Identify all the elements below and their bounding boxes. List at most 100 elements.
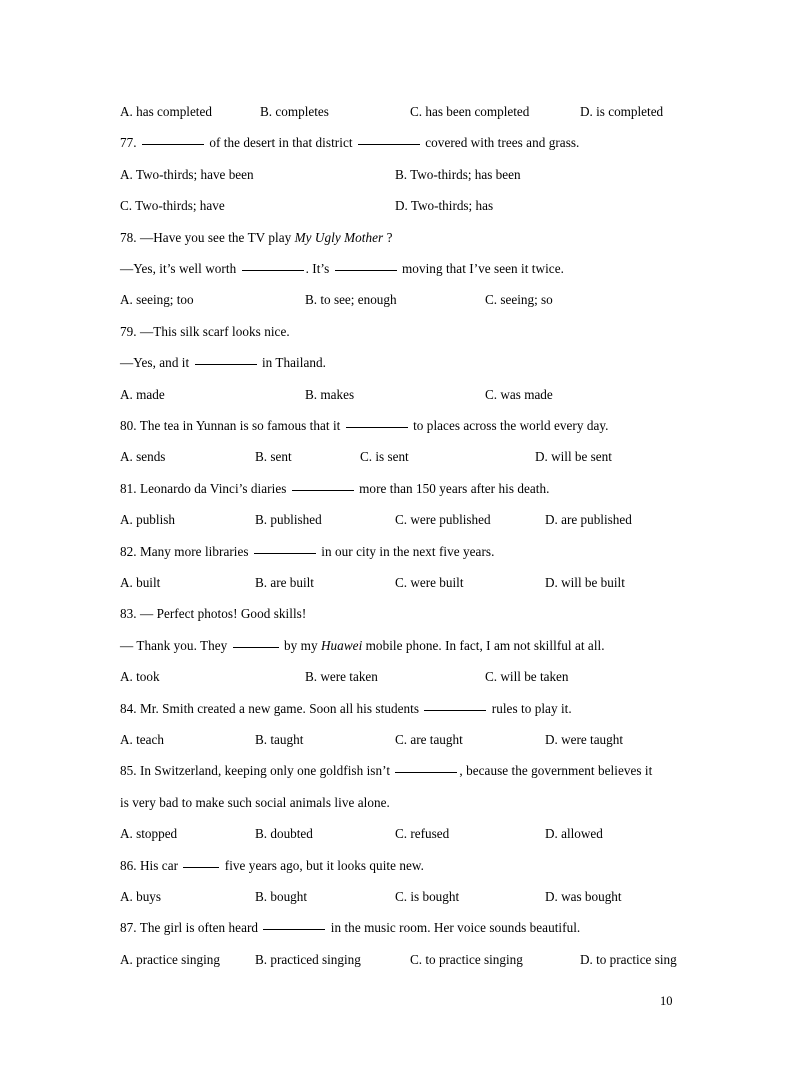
answer-blank[interactable] bbox=[263, 929, 326, 931]
option-a[interactable]: A. took bbox=[120, 661, 160, 692]
question-stem-q87: 87. The girl is often heard in the music… bbox=[120, 912, 700, 943]
answer-blank[interactable] bbox=[241, 269, 304, 271]
option-a[interactable]: A. stopped bbox=[120, 818, 177, 849]
option-b[interactable]: B. sent bbox=[255, 441, 292, 472]
page-number: 10 bbox=[660, 994, 673, 1008]
option-a[interactable]: A. practice singing bbox=[120, 944, 220, 975]
option-b[interactable]: B. doubted bbox=[255, 818, 313, 849]
answer-blank[interactable] bbox=[424, 709, 487, 711]
option-c[interactable]: C. were published bbox=[395, 504, 491, 535]
option-a[interactable]: A. publish bbox=[120, 504, 175, 535]
answer-blank[interactable] bbox=[334, 269, 397, 271]
option-d[interactable]: D. will be built bbox=[545, 567, 625, 598]
option-c[interactable]: C. were built bbox=[395, 567, 464, 598]
question-stem-q83-line1: 83. — Perfect photos! Good skills! bbox=[120, 606, 307, 622]
answer-blank[interactable] bbox=[194, 364, 257, 366]
question-options-q85: A. stopped B. doubted C. refused D. allo… bbox=[120, 818, 700, 849]
stem-part: ? bbox=[383, 229, 393, 245]
option-a[interactable]: A. made bbox=[120, 379, 165, 410]
question-stem-q86: 86. His car five years ago, but it looks… bbox=[120, 850, 700, 881]
question-stem-q79-line2: —Yes, and it in Thailand. bbox=[120, 347, 700, 378]
option-c[interactable]: C. refused bbox=[395, 818, 449, 849]
option-c[interactable]: C. is bought bbox=[395, 881, 459, 912]
question-options-q87: A. practice singing B. practiced singing… bbox=[120, 944, 700, 975]
answer-blank[interactable] bbox=[141, 144, 204, 146]
option-b[interactable]: B. to see; enough bbox=[305, 284, 397, 315]
option-b[interactable]: B. practiced singing bbox=[255, 944, 361, 975]
stem-part: moving that I’ve seen it twice. bbox=[398, 260, 564, 276]
stem-part: 86. His car bbox=[120, 857, 182, 873]
option-b[interactable]: B. bought bbox=[255, 881, 307, 912]
option-d[interactable]: D. to practice sing bbox=[580, 944, 677, 975]
question-options-q76: A. has completed B. completes C. has bee… bbox=[120, 96, 700, 127]
question-stem-q78-line1: 78. —Have you see the TV play My Ugly Mo… bbox=[120, 222, 700, 253]
stem-part: five years ago, but it looks quite new. bbox=[221, 857, 424, 873]
option-b[interactable]: B. taught bbox=[255, 724, 303, 755]
option-d[interactable]: D. allowed bbox=[545, 818, 603, 849]
question-options-q78: A. seeing; too B. to see; enough C. seei… bbox=[120, 284, 700, 315]
option-b[interactable]: B. Two-thirds; has been bbox=[395, 159, 521, 190]
answer-blank[interactable] bbox=[253, 552, 316, 554]
option-c[interactable]: C. seeing; so bbox=[485, 284, 553, 315]
option-a[interactable]: A. teach bbox=[120, 724, 164, 755]
answer-blank[interactable] bbox=[183, 866, 220, 868]
stem-part: covered with trees and grass. bbox=[421, 135, 580, 151]
option-a[interactable]: A. built bbox=[120, 567, 160, 598]
option-b[interactable]: B. were taken bbox=[305, 661, 378, 692]
option-b[interactable]: B. makes bbox=[305, 379, 354, 410]
question-stem-q85-line1: 85. In Switzerland, keeping only one gol… bbox=[120, 755, 700, 786]
option-d[interactable]: D. Two-thirds; has bbox=[395, 190, 493, 221]
option-d[interactable]: D. are published bbox=[545, 504, 632, 535]
question-list: A. has completed B. completes C. has bee… bbox=[120, 96, 700, 975]
question-options-q77-row1: A. Two-thirds; have been B. Two-thirds; … bbox=[120, 159, 700, 190]
option-b[interactable]: B. published bbox=[255, 504, 322, 535]
question-stem-q85-line2: is very bad to make such social animals … bbox=[120, 794, 390, 810]
question-options-q84: A. teach B. taught C. are taught D. were… bbox=[120, 724, 700, 755]
option-c[interactable]: C. is sent bbox=[360, 441, 409, 472]
stem-part: 80. The tea in Yunnan is so famous that … bbox=[120, 417, 344, 433]
question-stem-q80: 80. The tea in Yunnan is so famous that … bbox=[120, 410, 700, 441]
answer-blank[interactable] bbox=[345, 426, 408, 428]
option-d[interactable]: D. is completed bbox=[580, 96, 663, 127]
question-stem-q82: 82. Many more libraries in our city in t… bbox=[120, 536, 700, 567]
option-b[interactable]: B. completes bbox=[260, 96, 329, 127]
option-a[interactable]: A. has completed bbox=[120, 96, 212, 127]
option-d[interactable]: D. were taught bbox=[545, 724, 623, 755]
option-d[interactable]: D. was bought bbox=[545, 881, 622, 912]
option-c[interactable]: C. to practice singing bbox=[410, 944, 523, 975]
option-a[interactable]: A. sends bbox=[120, 441, 165, 472]
stem-part: — Thank you. They bbox=[120, 637, 231, 653]
option-a[interactable]: A. seeing; too bbox=[120, 284, 194, 315]
question-options-q81: A. publish B. published C. were publishe… bbox=[120, 504, 700, 535]
option-a[interactable]: A. buys bbox=[120, 881, 161, 912]
option-c[interactable]: C. are taught bbox=[395, 724, 463, 755]
question-stem-q84: 84. Mr. Smith created a new game. Soon a… bbox=[120, 693, 700, 724]
stem-part: rules to play it. bbox=[488, 700, 572, 716]
option-c[interactable]: C. was made bbox=[485, 379, 553, 410]
stem-part: —Yes, it’s well worth bbox=[120, 260, 240, 276]
question-stem-q81: 81. Leonardo da Vinci’s diaries more tha… bbox=[120, 473, 700, 504]
answer-blank[interactable] bbox=[232, 646, 279, 648]
document-page: A. has completed B. completes C. has bee… bbox=[0, 0, 794, 1077]
question-options-q77-row2: C. Two-thirds; have D. Two-thirds; has bbox=[120, 190, 700, 221]
option-a[interactable]: A. Two-thirds; have been bbox=[120, 159, 254, 190]
question-stem-q83-line2: — Thank you. They by my Huawei mobile ph… bbox=[120, 630, 700, 661]
option-c[interactable]: C. Two-thirds; have bbox=[120, 190, 225, 221]
stem-part: by my bbox=[280, 637, 321, 653]
stem-part: 82. Many more libraries bbox=[120, 543, 252, 559]
stem-part: in Thailand. bbox=[258, 355, 327, 371]
option-c[interactable]: C. has been completed bbox=[410, 96, 529, 127]
stem-part: 78. —Have you see the TV play bbox=[120, 229, 295, 245]
title-italic: My Ugly Mother bbox=[294, 229, 384, 245]
stem-part: —Yes, and it bbox=[120, 355, 193, 371]
option-c[interactable]: C. will be taken bbox=[485, 661, 569, 692]
answer-blank[interactable] bbox=[357, 144, 420, 146]
answer-blank[interactable] bbox=[291, 489, 354, 491]
question-options-q79: A. made B. makes C. was made bbox=[120, 379, 700, 410]
option-d[interactable]: D. will be sent bbox=[535, 441, 612, 472]
stem-part: mobile phone. In fact, I am not skillful… bbox=[362, 637, 605, 653]
stem-part: more than 150 years after his death. bbox=[355, 480, 550, 496]
answer-blank[interactable] bbox=[395, 772, 458, 774]
stem-part: 87. The girl is often heard bbox=[120, 920, 262, 936]
option-b[interactable]: B. are built bbox=[255, 567, 314, 598]
